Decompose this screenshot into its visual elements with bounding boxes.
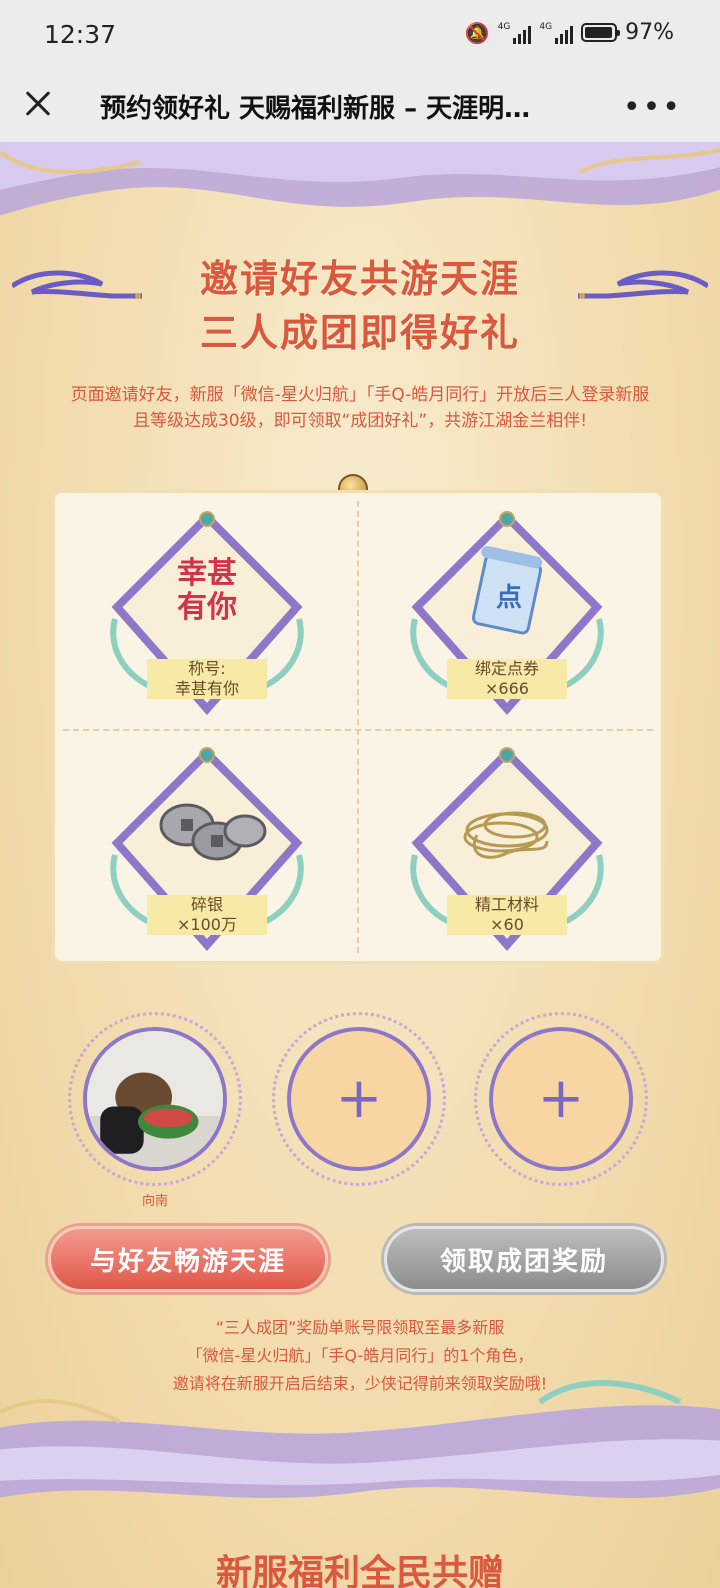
intro-line-2: 且等级达成30级，即可领取“成团好礼”，共游江湖金兰相伴! xyxy=(132,411,588,431)
reward-label: 绑定点券 ×666 xyxy=(447,659,567,699)
reward-panel: 幸甚有你 称号: 幸甚有你 点 绑定点券 ×666 碎银 ×100万 精工材料 … xyxy=(52,490,664,964)
mute-bell-icon: 🔕 xyxy=(464,20,490,45)
signal-icon-1: 4G xyxy=(498,22,532,44)
page-title: 预约领好礼 天赐福利新服 – 天涯明… xyxy=(100,94,531,124)
coupon-glyph: 点 xyxy=(495,583,522,613)
invite-slot[interactable]: + xyxy=(287,1027,431,1171)
status-icons: 🔕 4G 4G 97% xyxy=(465,20,674,45)
battery-percent: 97% xyxy=(625,20,674,45)
claim-team-reward-button[interactable]: 领取成团奖励 xyxy=(384,1226,664,1292)
intro-line-1: 页面邀请好友，新服「微信-星火归航」「手Q-皓月同行」开放后三人登录新服 xyxy=(70,385,650,405)
heading-line-2: 三人成团即得好礼 xyxy=(199,310,520,355)
status-time: 12:37 xyxy=(44,20,117,49)
nav-bar: 预约领好礼 天赐福利新服 – 天涯明… ••• xyxy=(0,70,720,142)
intro-text: 页面邀请好友，新服「微信-星火归航」「手Q-皓月同行」开放后三人登录新服 且等级… xyxy=(20,382,700,434)
panel-divider-vertical xyxy=(357,501,359,953)
avatar xyxy=(83,1027,227,1171)
signal-icon-2: 4G xyxy=(539,22,574,44)
more-options-icon[interactable]: ••• xyxy=(623,90,682,125)
next-section-heading: 新服福利全民共赠 xyxy=(215,1552,504,1588)
avatar-photo xyxy=(87,1031,223,1167)
reward-item-coupon: 点 绑定点券 ×666 xyxy=(397,509,617,729)
invite-friends-button[interactable]: 与好友畅游天涯 xyxy=(48,1226,328,1292)
plus-icon: + xyxy=(537,1066,585,1131)
team-slot-3[interactable]: + xyxy=(474,1012,648,1186)
reward-item-title: 幸甚有你 称号: 幸甚有你 xyxy=(97,509,317,729)
reward-item-silver: 碎银 ×100万 xyxy=(97,745,317,965)
reward-label: 碎银 ×100万 xyxy=(147,895,267,935)
plus-icon: + xyxy=(335,1066,383,1131)
reward-item-material: 精工材料 ×60 xyxy=(397,745,617,965)
close-icon[interactable] xyxy=(20,86,56,122)
heading-line-1: 邀请好友共游天涯 xyxy=(199,256,520,301)
team-slot-1[interactable] xyxy=(68,1012,242,1186)
reward-label: 称号: 幸甚有你 xyxy=(147,659,267,699)
event-page: 邀请好友共游天涯 三人成团即得好礼 页面邀请好友，新服「微信-星火归航」「手Q-… xyxy=(0,142,720,1588)
top-wave-decoration xyxy=(0,142,720,216)
section-heading: 邀请好友共游天涯 三人成团即得好礼 xyxy=(0,252,720,360)
reward-label: 精工材料 ×60 xyxy=(447,895,567,935)
status-bar: 12:37 🔕 4G 4G 97% xyxy=(0,0,720,70)
team-member-name: 向南 xyxy=(141,1194,168,1209)
battery-icon xyxy=(581,23,621,42)
team-slot-2[interactable]: + xyxy=(272,1012,446,1186)
invite-slot[interactable]: + xyxy=(489,1027,633,1171)
title-calligraphy-icon: 幸甚有你 xyxy=(177,556,237,625)
